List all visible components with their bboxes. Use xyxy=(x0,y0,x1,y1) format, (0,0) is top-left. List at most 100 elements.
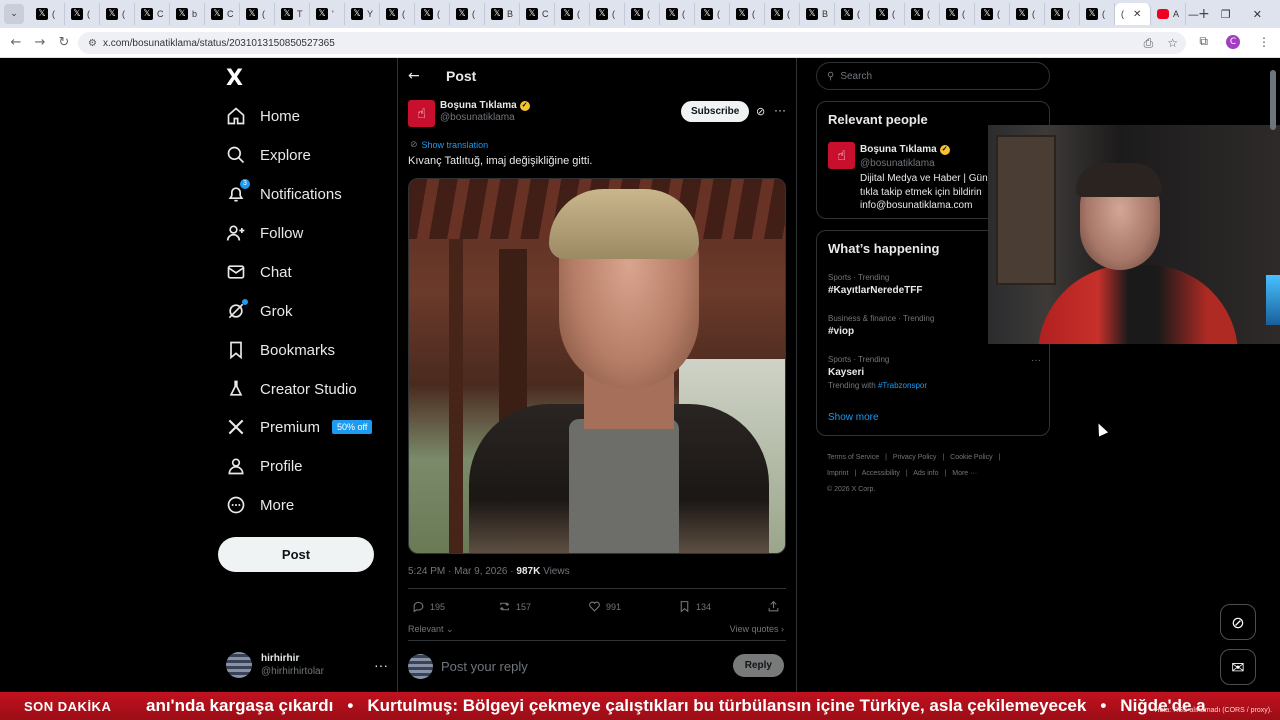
footer-link[interactable]: Privacy Policy xyxy=(893,454,937,461)
restore-icon[interactable]: ❐ xyxy=(1221,8,1231,21)
browser-tab[interactable]: 𝕏Y xyxy=(345,3,380,25)
browser-tab[interactable]: 𝕏( xyxy=(905,3,940,25)
install-icon[interactable]: ⎙ xyxy=(1144,36,1154,51)
nav-item-chat[interactable]: Chat xyxy=(226,257,292,287)
star-icon[interactable]: ☆ xyxy=(1167,36,1178,51)
person-avatar[interactable]: ☝ xyxy=(828,142,855,169)
browser-tab[interactable]: 𝕏B xyxy=(485,3,520,25)
account-switcher[interactable]: hirhirhir @hirhirhirtolar ··· xyxy=(226,648,388,682)
search-input[interactable] xyxy=(840,70,1031,82)
author-name-row[interactable]: Boşuna Tıklama ✓ xyxy=(440,100,530,111)
browser-tab[interactable]: 𝕏( xyxy=(695,3,730,25)
minimize-icon[interactable]: — xyxy=(1188,8,1199,21)
trend-item[interactable]: Sports · Trending Kayseri Trending with … xyxy=(828,355,927,390)
account-more-icon[interactable]: ··· xyxy=(374,657,388,673)
author-handle[interactable]: @bosunatiklama xyxy=(440,112,530,123)
browser-tab[interactable]: 𝕏T xyxy=(275,3,310,25)
nav-item-follow[interactable]: Follow xyxy=(226,218,303,248)
reply-sort-dropdown[interactable]: Relevant ⌄ xyxy=(408,624,454,635)
trend-with-tag[interactable]: #Trabzonspor xyxy=(878,381,927,390)
x-logo[interactable]: X xyxy=(226,66,243,91)
post-timestamp[interactable]: 5:24 PM · Mar 9, 2026 · xyxy=(408,566,516,577)
nav-item-home[interactable]: Home xyxy=(226,101,300,131)
show-more-link[interactable]: Show more xyxy=(828,412,879,423)
grok-floating-button[interactable]: ⊘ xyxy=(1220,604,1256,640)
extensions-icon[interactable]: ⧉ xyxy=(1199,34,1208,49)
footer-link[interactable]: Terms of Service xyxy=(827,454,879,461)
footer-link[interactable]: Accessibility xyxy=(862,470,900,477)
scrollbar-thumb[interactable] xyxy=(1270,70,1276,130)
share-action[interactable] xyxy=(767,600,780,613)
post-button[interactable]: Post xyxy=(218,537,374,572)
browser-tab[interactable]: 𝕏( xyxy=(765,3,800,25)
footer-link[interactable]: More ··· xyxy=(952,470,977,477)
trend-item[interactable]: Business & finance · Trending #viop xyxy=(828,314,934,337)
site-info-icon[interactable]: ⚙ xyxy=(88,38,97,49)
subscribe-button[interactable]: Subscribe xyxy=(681,101,750,122)
browser-tab[interactable]: 𝕏( xyxy=(555,3,590,25)
url-text[interactable]: x.com/bosunatiklama/status/2031013150850… xyxy=(103,38,335,49)
scrollbar[interactable] xyxy=(1270,62,1276,692)
browser-tab[interactable]: 𝕏( xyxy=(730,3,765,25)
browser-tab[interactable]: 𝕏( xyxy=(30,3,65,25)
reply-input[interactable] xyxy=(441,658,711,674)
browser-tab[interactable]: 𝕏 ' xyxy=(310,3,345,25)
reply-button[interactable]: Reply xyxy=(732,654,784,677)
browser-tab[interactable]: 𝕏( xyxy=(240,3,275,25)
grok-explain-icon[interactable]: ⊘ xyxy=(756,105,765,118)
browser-tab[interactable]: 𝕏( xyxy=(1010,3,1045,25)
tab-active[interactable]: ( ✕ xyxy=(1115,3,1151,25)
browser-menu-icon[interactable]: ⋮ xyxy=(1258,35,1270,49)
view-quotes-link[interactable]: View quotes › xyxy=(730,624,784,634)
browser-tab[interactable]: 𝕏( xyxy=(835,3,870,25)
repost-action[interactable]: 157 xyxy=(498,600,531,613)
nav-item-premium[interactable]: Premium 50% off xyxy=(226,412,373,442)
back-arrow-icon[interactable]: ← xyxy=(408,68,432,84)
messages-floating-button[interactable]: ✉ xyxy=(1220,649,1256,685)
browser-tab[interactable]: 𝕏( xyxy=(870,3,905,25)
nav-item-profile[interactable]: Profile xyxy=(226,451,303,481)
browser-tab[interactable]: 𝕏( xyxy=(450,3,485,25)
like-action[interactable]: 991 xyxy=(588,600,621,613)
search-box[interactable]: ⚲ xyxy=(816,62,1050,90)
browser-tab[interactable]: 𝕏b xyxy=(170,3,205,25)
browser-tab[interactable]: 𝕏( xyxy=(590,3,625,25)
nav-item-more[interactable]: More xyxy=(226,490,294,520)
browser-tab[interactable]: 𝕏( xyxy=(975,3,1010,25)
footer-link[interactable]: Imprint xyxy=(827,470,848,477)
footer-link[interactable]: Ads info xyxy=(913,470,938,477)
browser-tab[interactable]: 𝕏( xyxy=(1045,3,1080,25)
nav-item-notifications[interactable]: 3 Notifications xyxy=(226,179,342,209)
person-handle[interactable]: @bosunatiklama xyxy=(860,158,935,169)
browser-tab[interactable]: 𝕏B xyxy=(800,3,835,25)
browser-tab[interactable]: 𝕏( xyxy=(660,3,695,25)
reply-action[interactable]: 195 xyxy=(412,600,445,613)
author-avatar[interactable]: ☝ xyxy=(408,100,435,127)
close-window-icon[interactable]: ✕ xyxy=(1253,8,1262,21)
browser-tab[interactable]: 𝕏C xyxy=(135,3,170,25)
browser-tab[interactable]: 𝕏( xyxy=(100,3,135,25)
trend-more-icon[interactable]: ··· xyxy=(1031,355,1041,366)
browser-tab[interactable]: 𝕏( xyxy=(940,3,975,25)
nav-item-bookmarks[interactable]: Bookmarks xyxy=(226,335,335,365)
browser-tab[interactable]: 𝕏( xyxy=(380,3,415,25)
person-name-row[interactable]: Boşuna Tıklama ✓ xyxy=(860,144,950,155)
profile-avatar[interactable]: C xyxy=(1226,34,1240,49)
show-translation-link[interactable]: ⊘ Show translation xyxy=(410,140,488,150)
trend-item[interactable]: Sports · Trending #KayıtlarNeredeTFF xyxy=(828,273,922,296)
forward-icon[interactable]: → xyxy=(28,35,52,50)
browser-tab[interactable]: 𝕏( xyxy=(1080,3,1115,25)
address-bar[interactable]: ⚙ x.com/bosunatiklama/status/20310131508… xyxy=(78,32,1186,54)
reload-icon[interactable]: ↻ xyxy=(52,35,76,50)
tab-youtube[interactable]: A xyxy=(1151,3,1186,25)
back-icon[interactable]: ← xyxy=(4,35,28,50)
post-image[interactable] xyxy=(408,178,786,554)
nav-item-grok[interactable]: Grok xyxy=(226,296,293,326)
bookmark-action[interactable]: 134 xyxy=(678,600,711,613)
tab-search-button[interactable]: ⌄ xyxy=(4,4,24,24)
browser-tab[interactable]: 𝕏C xyxy=(520,3,555,25)
post-more-icon[interactable]: ··· xyxy=(774,103,786,117)
footer-link[interactable]: Cookie Policy xyxy=(950,454,992,461)
nav-item-creator-studio[interactable]: Creator Studio xyxy=(226,374,357,404)
browser-tab[interactable]: 𝕏( xyxy=(65,3,100,25)
